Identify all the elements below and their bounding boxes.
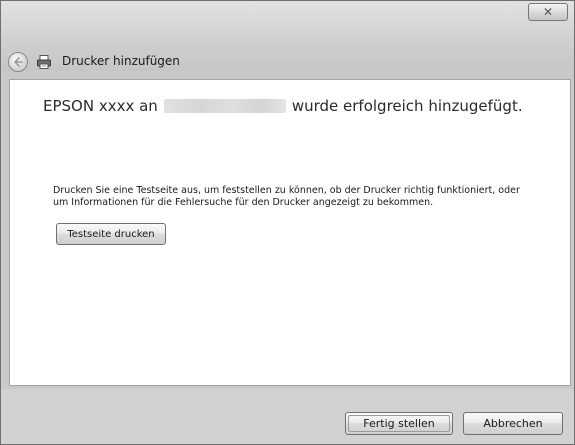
redacted-port-name bbox=[163, 99, 286, 113]
close-button[interactable]: ✕ bbox=[528, 3, 568, 21]
back-button[interactable] bbox=[8, 52, 28, 72]
finish-button[interactable]: Fertig stellen bbox=[345, 412, 453, 435]
printer-icon bbox=[37, 55, 51, 69]
cancel-button[interactable]: Abbrechen bbox=[463, 412, 563, 435]
description-line: um Informationen für die Fehlersuche für… bbox=[53, 197, 434, 208]
finish-button-label: Fertig stellen bbox=[363, 417, 435, 430]
success-heading: EPSON xxxx an wurde erfolgreich hinzugef… bbox=[43, 97, 523, 115]
print-test-page-button[interactable]: Testseite drucken bbox=[56, 223, 166, 245]
heading-suffix: wurde erfolgreich hinzugefügt. bbox=[291, 97, 523, 115]
window-title: Drucker hinzufügen bbox=[62, 54, 180, 68]
title-bar: ✕ Drucker hinzufügen bbox=[1, 1, 574, 72]
close-icon: ✕ bbox=[542, 5, 554, 19]
add-printer-window: ✕ Drucker hinzufügen EPSON xxxx an wurde… bbox=[0, 0, 575, 445]
description-line: Drucken Sie eine Testseite aus, um fests… bbox=[53, 185, 520, 196]
heading-prefix: EPSON xxxx an bbox=[43, 97, 158, 115]
back-arrow-icon bbox=[14, 57, 23, 67]
test-page-description: Drucken Sie eine Testseite aus, um fests… bbox=[53, 185, 563, 209]
